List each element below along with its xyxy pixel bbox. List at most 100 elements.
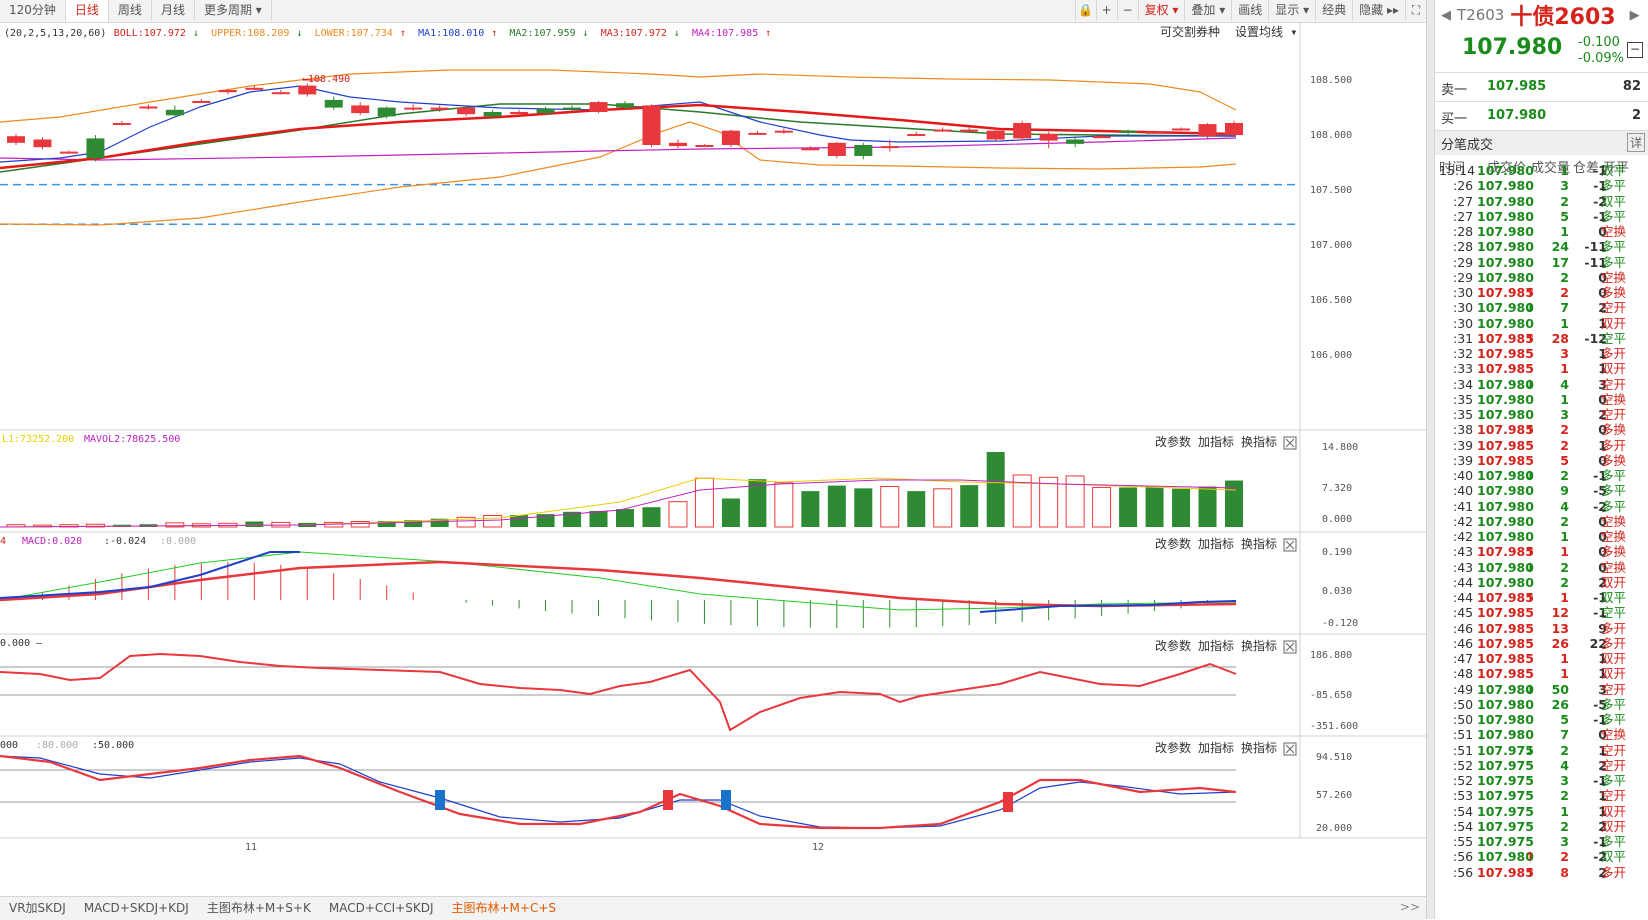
candle-body <box>324 99 343 108</box>
trade-type: 空平 <box>1601 330 1627 346</box>
chart-area[interactable]: (20,2,5,13,20,60) BOLL:107.972 ↓ UPPER:108… <box>0 22 1426 896</box>
collapse-icon[interactable]: − <box>1627 42 1643 58</box>
trade-type: 双开 <box>1601 315 1627 331</box>
bid-label: 买一 <box>1441 112 1468 127</box>
symbol-header: ◀ T2603 十债2603 ▶ <box>1435 0 1648 30</box>
panel-add-indicator-button[interactable]: 加指标 <box>1198 638 1234 653</box>
ma-settings-link[interactable]: 设置均线 ▾ <box>1235 25 1297 39</box>
template-tab-2[interactable]: 主图布林+M+S+K <box>198 897 320 920</box>
panel-add-indicator-button[interactable]: 加指标 <box>1198 434 1234 449</box>
macd-label: 4 <box>0 536 6 547</box>
panel-switch-indicator-button[interactable]: 换指标 <box>1241 536 1277 551</box>
candle-body <box>1198 124 1217 137</box>
trade-row: :27 107.980 2 -2 双平 <box>1435 194 1648 209</box>
trade-price: 107.975 <box>1477 803 1534 819</box>
kline-chart[interactable]: (20,2,5,13,20,60) BOLL:107.972 ↓ UPPER:108… <box>0 22 1426 896</box>
candle-body <box>271 92 290 95</box>
next-symbol-icon[interactable]: ▶ <box>1630 8 1640 23</box>
candle-body <box>377 107 396 117</box>
candle-body <box>907 134 926 136</box>
panel-switch-indicator-button[interactable]: 换指标 <box>1241 740 1277 755</box>
panel-param-button[interactable]: 改参数 <box>1155 638 1191 653</box>
period-tab-4[interactable]: 更多周期 ▾ <box>195 0 272 21</box>
trade-volume: 28 <box>1551 330 1569 346</box>
panel-add-indicator-button[interactable]: 加指标 <box>1198 536 1234 551</box>
period-tab-3[interactable]: 月线 <box>152 0 195 21</box>
trade-row: :49 107.980 ↓ 50 3 空开 <box>1435 682 1648 697</box>
trade-row: :45 107.985 12 -1 空平 <box>1435 605 1648 620</box>
trade-price: 107.980 <box>1477 483 1534 499</box>
trade-time: :51 <box>1453 727 1474 743</box>
cci-y-tick: -351.600 <box>1310 721 1358 732</box>
prev-symbol-icon[interactable]: ◀ <box>1441 8 1451 23</box>
fuquan-button[interactable]: 复权 ▾ <box>1137 0 1185 21</box>
panel-add-indicator-button[interactable]: 加指标 <box>1198 740 1234 755</box>
template-tab-4[interactable]: 主图布林+M+C+S <box>443 897 566 920</box>
kdj-y-tick: 57.260 <box>1316 790 1352 801</box>
trade-volume: 4 <box>1560 498 1569 514</box>
trade-type: 多平 <box>1601 468 1627 483</box>
template-tab-0[interactable]: VR加SKDJ <box>0 897 75 920</box>
trade-row: :30 107.980 ↓ 7 2 空开 <box>1435 300 1648 315</box>
zoom-in-icon[interactable]: + <box>1095 0 1117 21</box>
kdj-y-tick: 20.000 <box>1316 823 1352 834</box>
candle-body <box>801 148 820 151</box>
trade-row: :30 107.985 ↑ 2 0 多换 <box>1435 285 1648 300</box>
trade-price: 107.980 <box>1477 224 1534 239</box>
panel-switch-indicator-button[interactable]: 换指标 <box>1241 638 1277 653</box>
panel-param-button[interactable]: 改参数 <box>1155 740 1191 755</box>
candle-body <box>1039 134 1058 141</box>
period-tab-1[interactable]: 日线 <box>65 0 109 22</box>
trade-type: 多平 <box>1601 254 1627 270</box>
panel-switch-indicator-button[interactable]: 换指标 <box>1241 434 1277 449</box>
trade-type: 多平 <box>1601 178 1627 194</box>
zoom-out-icon[interactable]: − <box>1116 0 1138 21</box>
trade-arrow: ↑ <box>1525 849 1536 865</box>
volume-bar <box>1092 486 1112 528</box>
template-tab-3[interactable]: MACD+CCI+SKDJ <box>320 897 443 920</box>
kdj-signal-marker <box>721 790 731 810</box>
trade-type: 多平 <box>1601 483 1627 499</box>
trade-price: 107.980 <box>1477 529 1534 544</box>
trade-price: 107.975 <box>1477 818 1534 834</box>
draw-line-button[interactable]: 画线 <box>1231 0 1268 21</box>
main-indicator-label: MA3:107.972 <box>601 28 667 39</box>
candle-body <box>298 85 317 95</box>
overlay-button[interactable]: 叠加 ▾ <box>1184 0 1231 21</box>
trade-row: :35 107.980 3 2 空开 <box>1435 407 1648 422</box>
detail-button[interactable]: 详 <box>1626 133 1645 152</box>
convertible-bonds-link[interactable]: 可交割券种 <box>1160 24 1220 39</box>
trade-volume: 2 <box>1560 574 1569 590</box>
period-tab-0[interactable]: 120分钟 <box>0 0 66 21</box>
period-tab-2[interactable]: 周线 <box>109 0 152 21</box>
candle-body <box>1172 128 1191 131</box>
trade-type: 空开 <box>1601 300 1627 316</box>
trade-price: 107.980 <box>1477 696 1534 712</box>
classic-button[interactable]: 经典 <box>1315 0 1352 21</box>
panel-param-button[interactable]: 改参数 <box>1155 536 1191 551</box>
trade-arrow: ↓ <box>1525 376 1536 392</box>
trade-volume: 3 <box>1560 773 1569 788</box>
trade-volume: 2 <box>1560 788 1569 804</box>
panel-param-button[interactable]: 改参数 <box>1155 434 1191 449</box>
ask-label: 卖一 <box>1441 83 1468 98</box>
candle-body <box>933 129 952 132</box>
trade-row: :28 107.980 1 0 空换 <box>1435 224 1648 239</box>
trade-time: :51 <box>1453 742 1474 758</box>
candle-body <box>642 105 661 145</box>
lock-icon[interactable]: 🔒 <box>1074 0 1096 21</box>
display-button[interactable]: 显示 ▾ <box>1268 0 1315 21</box>
trade-type: 多平 <box>1601 498 1627 514</box>
template-tab-1[interactable]: MACD+SKDJ+KDJ <box>75 897 198 920</box>
trade-time: :29 <box>1453 254 1474 270</box>
fullscreen-icon[interactable]: ⛶ <box>1405 0 1426 21</box>
trade-arrow: ↑ <box>1525 864 1536 880</box>
hide-button[interactable]: 隐藏 ▸▸ <box>1352 0 1405 21</box>
trade-volume: 2 <box>1560 559 1569 575</box>
trade-type: 多开 <box>1601 635 1627 651</box>
volume-bar <box>510 515 529 527</box>
scroll-right-icon[interactable]: >> <box>1400 900 1420 914</box>
trade-list[interactable]: 15:14 107.980 1 -1 双平:26 107.980 3 -1 多平:27 107.9… <box>1435 163 1648 880</box>
candle-body <box>563 107 582 110</box>
trade-volume: 1 <box>1560 529 1569 544</box>
